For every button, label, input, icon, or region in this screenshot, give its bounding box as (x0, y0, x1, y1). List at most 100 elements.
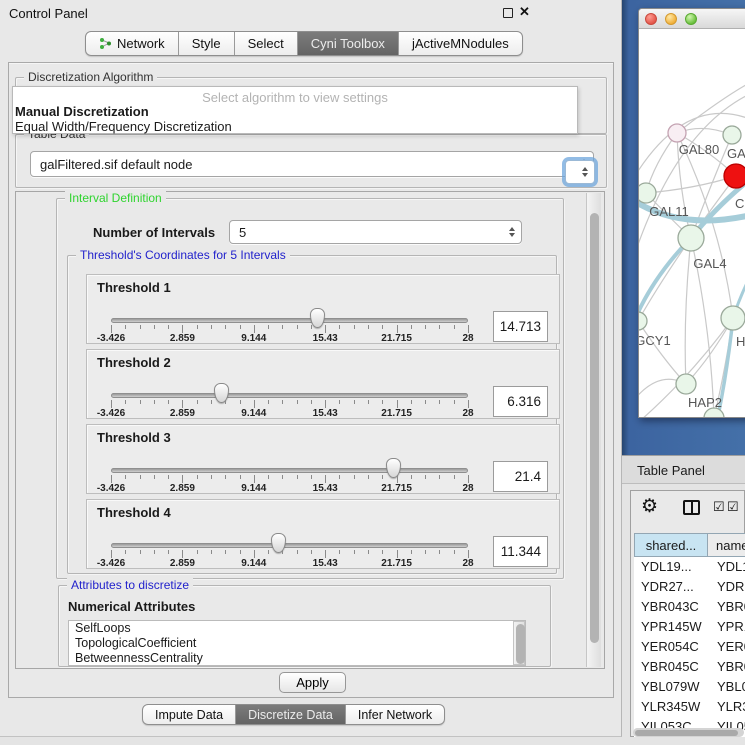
tick-mark (254, 325, 255, 333)
tick-mark (297, 475, 298, 479)
table-row[interactable]: YER054CYER054C (634, 637, 745, 657)
tick-mark (168, 400, 169, 404)
tick-mark (240, 400, 241, 404)
tick-mark (468, 325, 469, 333)
cell-name: YPR145W (708, 617, 745, 637)
number-of-intervals-value: 5 (239, 225, 246, 240)
settings-vertical-scrollbar[interactable] (586, 193, 601, 667)
table-row[interactable]: YPR145WYPR145W (634, 617, 745, 637)
tab-select[interactable]: Select (235, 32, 298, 55)
float-window-icon[interactable] (503, 8, 513, 18)
tab-label: jActiveMNodules (412, 36, 509, 51)
tab-network[interactable]: Network (86, 32, 179, 55)
tick-mark (311, 325, 312, 329)
threshold-slider-track[interactable] (111, 468, 468, 473)
tick-mark (268, 475, 269, 479)
number-of-intervals-select[interactable]: 5 (229, 220, 522, 244)
threshold-slider-track[interactable] (111, 318, 468, 323)
network-node-hap2[interactable] (676, 374, 696, 394)
slider-tick-labels: -3.4262.8599.14415.4321.71528 (111, 333, 468, 345)
tick-mark (268, 325, 269, 329)
tick-mark (439, 550, 440, 554)
table-row[interactable]: YBR043CYBR043C (634, 597, 745, 617)
table-row[interactable]: YDL19...YDL19... (634, 557, 745, 577)
threshold-label: Threshold 3 (97, 430, 171, 445)
threshold-slider-track[interactable] (111, 393, 468, 398)
tick-label: 21.715 (381, 408, 412, 419)
attributes-scrollbar[interactable] (513, 621, 525, 665)
threshold-value-field[interactable]: 6.316 (493, 386, 548, 417)
table-row[interactable]: YDR27...YDR27... (634, 577, 745, 597)
table-row[interactable]: YBR045CYBR045C (634, 657, 745, 677)
network-node-gal80[interactable] (668, 124, 686, 142)
tab-infer-network[interactable]: Infer Network (346, 705, 444, 724)
tick-mark (154, 325, 155, 329)
network-canvas[interactable]: GAL80GACGAL11GAL4GCY1HHAP2 (639, 29, 745, 418)
tick-mark (182, 475, 183, 483)
tick-mark (168, 325, 169, 329)
mac-minimize-icon[interactable] (665, 13, 677, 25)
slider-tick-labels: -3.4262.8599.14415.4321.71528 (111, 408, 468, 420)
tick-mark (454, 550, 455, 554)
threshold-value-field[interactable]: 11.344 (493, 536, 548, 567)
tick-mark (439, 475, 440, 479)
algorithm-option-equal-width[interactable]: Equal Width/Frequency Discretization (15, 119, 232, 134)
close-icon[interactable]: ✕ (519, 4, 530, 20)
network-node-gcy1[interactable] (639, 312, 647, 330)
threshold-slider-track[interactable] (111, 543, 468, 548)
tab-label: Cyni Toolbox (311, 36, 385, 51)
tick-label: 15.43 (313, 408, 338, 419)
table-horizontal-scrollbar[interactable] (633, 728, 744, 737)
numerical-attributes-label: Numerical Attributes (68, 599, 195, 614)
threshold-value-field[interactable]: 21.4 (493, 461, 548, 492)
table-row[interactable]: YLR345WYLR345W (634, 697, 745, 717)
column-header-shared-name[interactable]: shared... (634, 533, 708, 557)
network-node-label: GCY1 (639, 333, 671, 348)
network-window-titlebar (639, 9, 745, 29)
tick-mark (454, 325, 455, 329)
checkbox-icon[interactable]: ☑ (727, 499, 739, 515)
attribute-list-item[interactable]: TopologicalCoefficient (69, 636, 525, 651)
mac-zoom-icon[interactable] (685, 13, 697, 25)
tab-jactivemnodules[interactable]: jActiveMNodules (399, 32, 522, 55)
tick-mark (111, 325, 112, 333)
checkbox-icon[interactable]: ☑ (713, 499, 725, 515)
network-node-ga[interactable] (723, 126, 741, 144)
control-panel-tab-bar: Network StyleSelect Cyni Toolbox jActiveMNo… (85, 31, 523, 56)
tick-mark (211, 400, 212, 404)
attribute-list-item[interactable]: SelfLoops (69, 621, 525, 636)
tick-mark (282, 475, 283, 479)
settings-scrollbar-thumb[interactable] (590, 213, 599, 643)
column-header-name[interactable]: name (708, 533, 745, 557)
tab-discretize-data[interactable]: Discretize Data (236, 705, 346, 724)
algorithm-option-manual[interactable]: Manual Discretization (15, 104, 149, 119)
network-node-gal11[interactable] (639, 183, 656, 203)
network-node-h[interactable] (721, 306, 745, 330)
threshold-value-field[interactable]: 14.713 (493, 311, 548, 342)
algorithm-select-focused[interactable] (565, 160, 595, 184)
numerical-attributes-list[interactable]: SelfLoopsTopologicalCoefficientBetweenne… (68, 620, 526, 666)
attribute-list-item[interactable]: BetweennessCentrality (69, 651, 525, 666)
mac-close-icon[interactable] (645, 13, 657, 25)
tab-impute-data[interactable]: Impute Data (143, 705, 236, 724)
node-table: shared... name YDL19...YDL19...YDR27...Y… (634, 533, 745, 737)
tick-mark (311, 550, 312, 554)
tab-label: Network (117, 36, 165, 51)
tick-mark (439, 325, 440, 329)
apply-button[interactable]: Apply (279, 672, 346, 693)
network-node-c[interactable] (724, 164, 745, 188)
tab-cyni-toolbox[interactable]: Cyni Toolbox (298, 32, 399, 55)
table-hscrollbar-thumb[interactable] (635, 730, 738, 736)
tab-style[interactable]: Style (179, 32, 235, 55)
tick-label: 21.715 (381, 483, 412, 494)
gear-icon[interactable]: ⚙ (641, 495, 658, 518)
tab-label: Infer Network (358, 708, 432, 722)
tick-mark (297, 400, 298, 404)
tick-mark (382, 475, 383, 479)
network-node-gal4[interactable] (678, 225, 704, 251)
tick-mark (425, 400, 426, 404)
table-data-select[interactable]: galFiltered.sif default node (30, 151, 594, 177)
table-row[interactable]: YBL079WYBL079W (634, 677, 745, 697)
split-columns-icon[interactable] (683, 500, 700, 515)
attributes-scrollbar-thumb[interactable] (516, 624, 525, 664)
